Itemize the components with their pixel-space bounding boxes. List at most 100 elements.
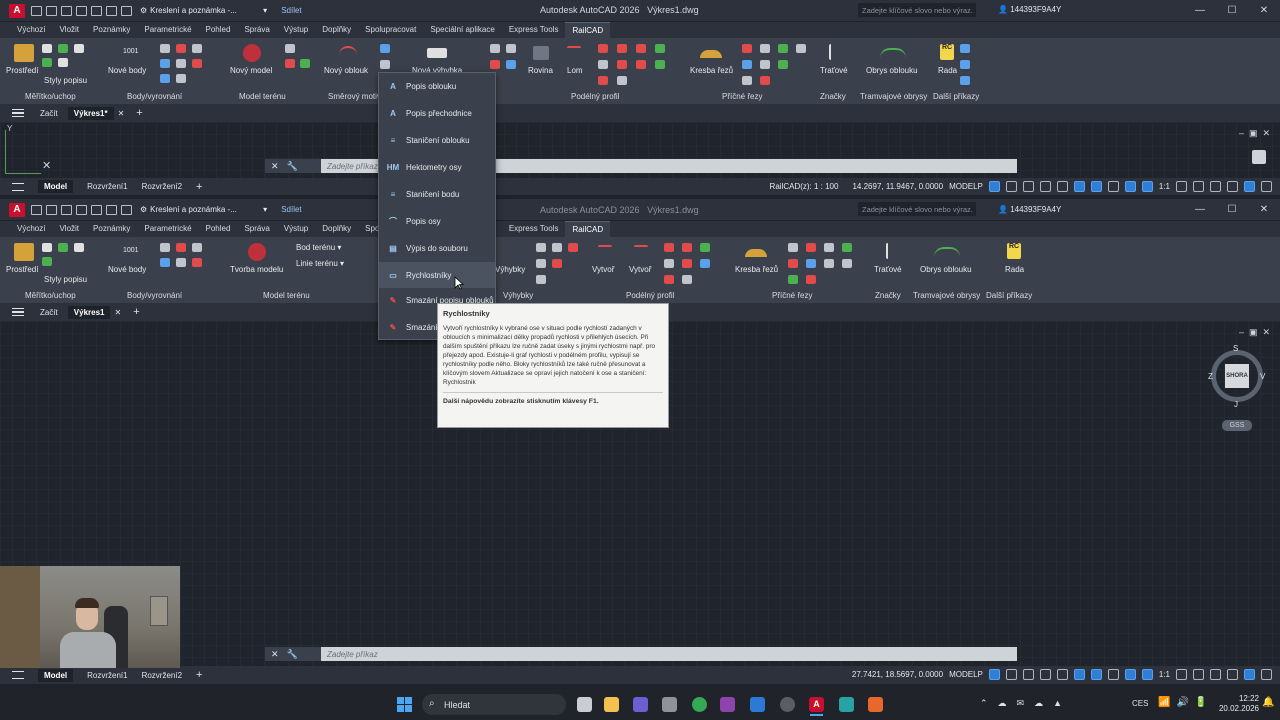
tool-icon[interactable] <box>506 60 516 69</box>
obrys-oblouku-button[interactable]: Obrys oblouku <box>866 66 918 75</box>
layout2-tab[interactable]: Rozvržení2 <box>142 671 182 680</box>
tool-icon[interactable] <box>617 76 627 85</box>
tool-icon[interactable] <box>960 60 970 69</box>
tab-parametricke[interactable]: Parametrické <box>137 22 198 38</box>
polar-icon[interactable] <box>1039 181 1051 192</box>
hardware-icon[interactable] <box>1227 669 1238 680</box>
tab-pohled[interactable]: Pohled <box>199 221 238 237</box>
tool-icon[interactable] <box>655 60 665 69</box>
panel-label[interactable]: Příčné řezy <box>722 92 762 101</box>
tool-icon[interactable] <box>285 44 295 53</box>
tool-icon[interactable] <box>300 59 310 68</box>
undo-icon[interactable] <box>106 204 117 215</box>
model-space-toggle[interactable]: MODELP <box>949 182 983 191</box>
undo-icon[interactable] <box>106 5 117 16</box>
github-icon[interactable] <box>780 697 795 712</box>
tab-vystup[interactable]: Výstup <box>277 221 315 237</box>
tool-icon[interactable] <box>380 44 390 53</box>
prostredi-button[interactable]: Prostředí <box>6 66 38 75</box>
tool-icon[interactable] <box>742 60 752 69</box>
tool-icon[interactable] <box>42 44 52 53</box>
annotation-scale[interactable]: 1:1 <box>1159 670 1170 679</box>
command-input[interactable]: Zadejte příkaz <box>327 650 378 659</box>
tool-icon[interactable] <box>380 60 390 69</box>
print-icon[interactable] <box>91 204 102 215</box>
panel-label[interactable]: Podélný profil <box>571 92 619 101</box>
panel-label[interactable]: Tramvajové obrysy <box>860 92 927 101</box>
autocad-logo-icon[interactable]: A <box>9 202 25 217</box>
isolate-icon[interactable] <box>1210 669 1221 680</box>
grid-icon[interactable] <box>988 181 1000 192</box>
workspace-switcher[interactable]: ⚙ Kreslení a poznámka -... ▾ <box>140 205 267 214</box>
ortho-icon[interactable] <box>1022 181 1034 192</box>
panel-label[interactable]: Tramvajové obrysy <box>913 291 980 300</box>
styly-popisu-button[interactable]: Styly popisu <box>44 76 87 85</box>
tool-icon[interactable] <box>42 58 52 67</box>
tab-vlozit[interactable]: Vložit <box>52 221 86 237</box>
user-account[interactable]: 👤 144393F9A4Y <box>998 5 1061 14</box>
drawing-tab[interactable]: Výkres1 <box>67 305 111 319</box>
notification-bell-icon[interactable]: 🔔 <box>1262 697 1274 708</box>
tool-icon[interactable] <box>778 60 788 69</box>
layout2-tab[interactable]: Rozvržení2 <box>142 182 182 191</box>
tool-icon[interactable] <box>285 59 295 68</box>
close-icon[interactable]: ✕ <box>1248 0 1280 21</box>
compass-south[interactable]: J <box>1234 400 1238 409</box>
gear-icon[interactable] <box>1176 669 1187 680</box>
isolate-icon[interactable] <box>1210 181 1221 192</box>
tool-icon[interactable] <box>824 243 834 252</box>
wrench-icon[interactable]: 🔧 <box>287 649 298 660</box>
tool-icon[interactable] <box>176 59 186 68</box>
vytvor-button[interactable]: Vytvoř <box>629 265 651 274</box>
menu-item-vypis-do-souboru[interactable]: ▤ Výpis do souboru <box>379 235 495 261</box>
tool-icon[interactable] <box>192 59 202 68</box>
maximize-icon[interactable]: ☐ <box>1216 0 1248 21</box>
minimize-icon[interactable]: — <box>1184 199 1216 220</box>
saveas-icon[interactable] <box>76 5 87 16</box>
tool-icon[interactable] <box>160 59 170 68</box>
save-icon[interactable] <box>61 204 72 215</box>
menu-icon[interactable] <box>1261 669 1272 680</box>
help-search-input[interactable]: Zadejte klíčové slovo nebo výraz. <box>858 3 976 17</box>
share-button[interactable]: Sdílet <box>281 6 301 15</box>
tool-icon[interactable] <box>176 243 186 252</box>
tool-icon[interactable] <box>806 259 816 268</box>
tab-poznamky[interactable]: Poznámky <box>86 22 137 38</box>
print-icon[interactable] <box>91 5 102 16</box>
obrys-oblouku-button[interactable]: Obrys oblouku <box>920 265 972 274</box>
tool-icon[interactable] <box>42 257 52 266</box>
novy-model-button[interactable]: Nový model <box>230 66 272 75</box>
tool-icon[interactable] <box>742 76 752 85</box>
start-tab[interactable]: Začít <box>40 109 58 118</box>
close-icon[interactable]: ✕ <box>271 161 279 172</box>
tool-icon[interactable] <box>682 259 692 268</box>
prostredi-button[interactable]: Prostředí <box>6 265 38 274</box>
annotation-scale[interactable]: 1:1 <box>1159 182 1170 191</box>
tool-icon[interactable] <box>192 258 202 267</box>
panel-label[interactable]: Model terénu <box>239 92 286 101</box>
tool-icon[interactable] <box>536 243 546 252</box>
transparency-icon[interactable] <box>1107 181 1119 192</box>
tool-icon[interactable] <box>160 44 170 53</box>
tool-icon[interactable] <box>960 44 970 53</box>
panel-label[interactable]: Body/vyrovnání <box>127 291 182 300</box>
tool-icon[interactable] <box>58 44 68 53</box>
redo-icon[interactable] <box>121 5 132 16</box>
rada-button[interactable]: Rada <box>1005 265 1024 274</box>
command-input[interactable]: Zadejte příkaz <box>327 162 378 171</box>
tool-icon[interactable] <box>536 259 546 268</box>
panel-label[interactable]: Model terénu <box>263 291 310 300</box>
menu-item-popis-prechodnice[interactable]: A Popis přechodnice <box>379 100 495 126</box>
panel-label[interactable]: Měřítko/uchop <box>25 291 76 300</box>
autocad-taskbar-icon[interactable]: A <box>809 697 824 712</box>
tool-icon[interactable] <box>598 76 608 85</box>
share-button[interactable]: Sdílet <box>281 205 301 214</box>
tratove-button[interactable]: Traťové <box>874 265 902 274</box>
hardware-icon[interactable] <box>1227 181 1238 192</box>
snap-icon[interactable] <box>1005 181 1017 192</box>
model-tab[interactable]: Model <box>38 180 74 193</box>
nove-body-button[interactable]: Nové body <box>108 66 146 75</box>
tool-icon[interactable] <box>788 259 798 268</box>
tool-icon[interactable] <box>778 44 788 53</box>
tool-icon[interactable] <box>636 44 646 53</box>
